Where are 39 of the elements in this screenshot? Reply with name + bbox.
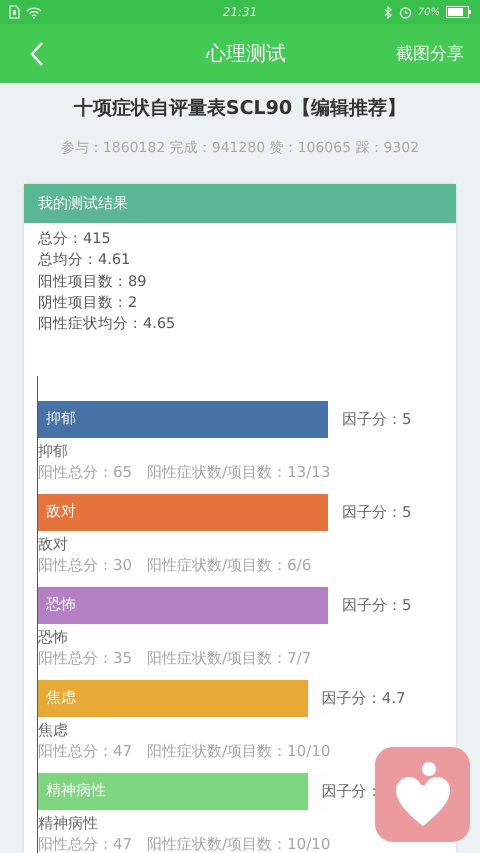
back-icon xyxy=(30,40,44,66)
test-title: 十项症状自评量表SCL90【编辑推荐】 xyxy=(72,96,408,121)
test-stats: 参与：1860182 完成：941280 赞：106065 踩：9302 xyxy=(60,139,420,157)
wifi-icon xyxy=(26,6,42,18)
summary-line: 阴性项目数：2 xyxy=(38,294,138,313)
factor-bar: 敌对 xyxy=(38,494,328,532)
summary-line: 阳性项目数：89 xyxy=(38,272,148,292)
battery-icon xyxy=(446,6,472,18)
factor-name: 精神病性 xyxy=(38,813,99,834)
factor-score: 因子分：5 xyxy=(342,410,412,430)
factor-score: 因子分：5 xyxy=(342,596,412,616)
factor-bar: 恐怖 xyxy=(38,587,328,624)
factor-detail: 阳性总分：47 阳性症状数/项目数：10/10 xyxy=(38,834,332,853)
summary-line: 总均分：4.61 xyxy=(38,251,132,270)
factor-bar: 抑郁 xyxy=(38,401,328,438)
share-button[interactable]: 截图分享 xyxy=(396,42,464,65)
summary-line: 总分：415 xyxy=(38,230,112,249)
factor-bar: 焦虑 xyxy=(38,680,308,718)
factor-name: 焦虑 xyxy=(38,720,69,740)
summary-line: 阳性症状均分：4.65 xyxy=(38,315,176,334)
factor-detail: 阳性总分：30 阳性症状数/项目数：6/6 xyxy=(38,555,312,576)
factor-detail: 阳性总分：65 阳性症状数/项目数：13/13 xyxy=(38,462,332,484)
factor-detail: 阳性总分：35 阳性症状数/项目数：7/7 xyxy=(38,648,312,670)
card-header: 我的测试结果 xyxy=(24,184,456,223)
alarm-icon xyxy=(398,6,412,18)
battery-percent: 70% xyxy=(418,6,440,18)
factor-name: 抑郁 xyxy=(38,441,69,462)
factor-score: 因子分： xyxy=(322,782,382,802)
factor-name: 恐怖 xyxy=(38,627,69,648)
sim-icon xyxy=(8,5,20,19)
factor-detail: 阳性总分：47 阳性症状数/项目数：10/10 xyxy=(38,741,332,762)
factor-score: 因子分：5 xyxy=(342,503,412,522)
bluetooth-icon xyxy=(384,6,393,18)
factor-name: 敌对 xyxy=(38,534,69,554)
status-time: 21:31 xyxy=(222,5,258,19)
factor-bar: 精神病性 xyxy=(38,773,308,810)
page-title: 心理测试 xyxy=(206,40,286,67)
app-shortcut-button[interactable] xyxy=(375,747,470,842)
factor-score: 因子分：4.7 xyxy=(322,689,406,708)
